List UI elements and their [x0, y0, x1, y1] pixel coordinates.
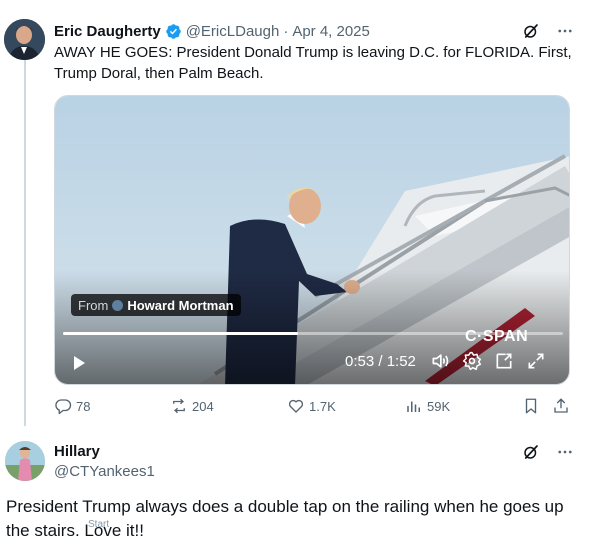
share-button[interactable]: [552, 397, 570, 415]
grok-icon[interactable]: [521, 21, 541, 41]
verified-badge-icon: [165, 23, 182, 40]
heart-icon: [288, 399, 304, 413]
views-count: 59K: [427, 398, 451, 414]
author-handle[interactable]: @EricLDaugh: [186, 23, 280, 40]
video-player[interactable]: From Howard Mortman C·SPAN 0:53 / 1:52: [54, 95, 570, 385]
video-progress-bar[interactable]: [63, 332, 563, 335]
bookmark-icon: [525, 398, 537, 414]
reply-author-avatar[interactable]: [5, 441, 45, 481]
grok-icon[interactable]: [521, 442, 541, 462]
play-icon[interactable]: [69, 353, 89, 373]
repost-button[interactable]: 204: [170, 397, 214, 415]
repost-icon: [173, 398, 185, 414]
reply-icon: [55, 399, 72, 415]
views-button[interactable]: 59K: [405, 397, 450, 415]
video-controls: 0:53 / 1:52: [55, 346, 569, 376]
pip-icon[interactable]: [494, 351, 514, 371]
reply-header: Hillary @CTYankees1: [54, 442, 155, 482]
reply-author-name[interactable]: Hillary: [54, 442, 155, 462]
engagement-bar: 78 204 1.7K 59K: [54, 397, 574, 421]
ghost-overlay-text: Start: [88, 519, 110, 530]
separator-dot: ·: [283, 22, 289, 40]
reply-text: President Trump always does a double tap…: [6, 497, 564, 540]
reply-author-handle[interactable]: @CTYankees1: [54, 462, 155, 482]
more-options-icon[interactable]: [555, 21, 575, 41]
post-date[interactable]: Apr 4, 2025: [292, 23, 370, 40]
like-count: 1.7K: [309, 398, 336, 414]
more-options-icon[interactable]: [555, 442, 575, 462]
source-author: Howard Mortman: [127, 297, 234, 313]
reply-button[interactable]: 78: [54, 397, 90, 415]
post-header: Eric Daugherty @EricLDaugh · Apr 4, 2025: [54, 20, 370, 42]
video-time: 0:53 / 1:52: [345, 353, 416, 370]
volume-icon[interactable]: [430, 351, 450, 371]
author-name[interactable]: Eric Daugherty: [54, 23, 161, 40]
cspan-watermark: C·SPAN: [465, 328, 529, 345]
author-avatar[interactable]: [4, 19, 45, 60]
video-source-tag[interactable]: From Howard Mortman: [71, 294, 241, 316]
repost-count: 204: [192, 398, 214, 414]
source-avatar-icon: [112, 299, 124, 311]
settings-icon[interactable]: [462, 351, 482, 371]
video-control-icons: [430, 351, 546, 371]
post-top-actions: [521, 21, 575, 41]
post-text: AWAY HE GOES: President Donald Trump is …: [54, 44, 572, 82]
thread-line: [24, 60, 26, 426]
bookmark-button[interactable]: [522, 397, 540, 415]
reply-top-actions: [521, 442, 575, 462]
from-prefix: From: [78, 297, 109, 313]
video-progress-fill: [63, 332, 298, 335]
fullscreen-icon[interactable]: [526, 351, 546, 371]
share-icon: [554, 398, 568, 413]
reply-count: 78: [76, 398, 91, 414]
like-button[interactable]: 1.7K: [287, 397, 336, 415]
views-icon: [407, 401, 420, 412]
